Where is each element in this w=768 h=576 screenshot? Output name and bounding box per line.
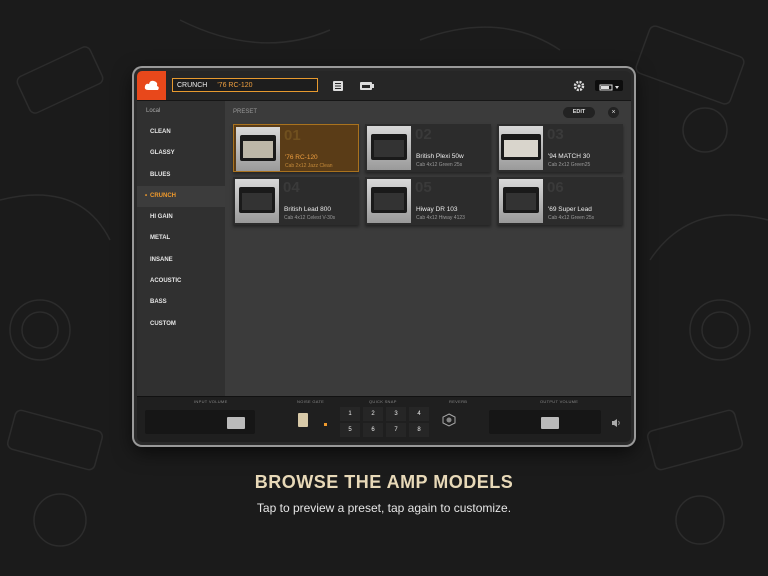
top-bar: CRUNCH '76 RC-120 [137, 71, 631, 101]
bottom-controls: INPUT VOLUME NOISE GATE QUICK SNAP 1 2 3… [137, 396, 631, 442]
amp-thumbnail [499, 179, 543, 223]
input-volume-handle[interactable] [227, 417, 245, 429]
preset-cab: Cab 4x12 Green 25s [548, 215, 595, 221]
preset-number: 06 [547, 179, 564, 196]
preset-cab: Cab 2x12 Jazz Clean [285, 163, 333, 169]
sidebar-header: Local [146, 108, 161, 114]
snap-key-6[interactable]: 6 [363, 423, 383, 437]
sidebar-item-blues[interactable]: BLUES [137, 165, 225, 186]
preset-card[interactable]: 04 British Lead 800 Cab 4x12 Celest V-30… [233, 177, 359, 225]
snap-key-4[interactable]: 4 [409, 407, 429, 421]
preset-name: '69 Super Lead [548, 206, 592, 213]
snap-key-3[interactable]: 3 [386, 407, 406, 421]
sidebar-item-bass[interactable]: BASS [137, 292, 225, 313]
caption-title: BROWSE THE AMP MODELS [254, 472, 514, 492]
battery-icon[interactable] [595, 80, 623, 91]
amp-thumbnail [235, 179, 279, 223]
noise-gate-led [324, 423, 327, 426]
preset-cab: Cab 2x12 Green25 [548, 162, 591, 168]
list-icon[interactable] [332, 79, 344, 91]
preset-name: British Plexi 50w [416, 153, 464, 160]
sidebar-item-crunch[interactable]: CRUNCH [137, 185, 225, 208]
category-sidebar: Local CLEAN GLASSY BLUES CRUNCH HI GAIN … [137, 101, 225, 397]
snap-key-7[interactable]: 7 [386, 423, 406, 437]
snap-key-2[interactable]: 2 [363, 407, 383, 421]
close-button[interactable]: × [608, 107, 619, 118]
tablet-frame: CRUNCH '76 RC-120 Local CLEAN GLASSY BLUE… [134, 68, 634, 445]
preset-name-field[interactable]: CRUNCH '76 RC-120 [172, 78, 318, 92]
preset-cab: Cab 4x12 Celest V-30s [284, 215, 336, 221]
preset-cab: Cab 4x12 Green 25s [416, 162, 463, 168]
preset-number: 01 [284, 127, 301, 144]
input-volume-slider[interactable] [145, 410, 255, 434]
preset-card[interactable]: 05 Hiway DR 103 Cab 4x12 Hiway 4123 [365, 177, 491, 225]
preset-name: '76 RC-120 [285, 154, 318, 161]
preset-card[interactable]: 01 '76 RC-120 Cab 2x12 Jazz Clean [233, 124, 359, 172]
preset-number: 04 [283, 179, 300, 196]
sidebar-item-insane[interactable]: INSANE [137, 250, 225, 271]
amp-thumbnail [367, 179, 411, 223]
preset-cab: Cab 4x12 Hiway 4123 [416, 215, 465, 221]
preset-number: 05 [415, 179, 432, 196]
snap-key-8[interactable]: 8 [409, 423, 429, 437]
sidebar-item-glassy[interactable]: GLASSY [137, 143, 225, 164]
reverb-label: REVERB [449, 399, 468, 404]
bank-label: CRUNCH [177, 82, 208, 89]
preset-card[interactable]: 02 British Plexi 50w Cab 4x12 Green 25s [365, 124, 491, 172]
preset-card[interactable]: 03 '94 MATCH 30 Cab 2x12 Green25 [497, 124, 623, 172]
sidebar-item-hi-gain[interactable]: HI GAIN [137, 207, 225, 228]
amp-rack-icon[interactable] [359, 79, 375, 91]
amp-thumbnail [499, 126, 543, 170]
sidebar-item-metal[interactable]: METAL [137, 228, 225, 249]
reverb-icon[interactable] [442, 413, 456, 427]
cloud-icon[interactable] [137, 71, 166, 100]
preset-number: 03 [547, 126, 564, 143]
speaker-icon[interactable] [611, 415, 621, 427]
current-preset-name: '76 RC-120 [217, 82, 253, 89]
sidebar-item-custom[interactable]: CUSTOM [137, 314, 225, 335]
app-screen: CRUNCH '76 RC-120 Local CLEAN GLASSY BLUE… [137, 71, 631, 442]
preset-name: British Lead 800 [284, 206, 331, 213]
edit-button[interactable]: EDIT [563, 107, 595, 118]
caption-subtitle: Tap to preview a preset, tap again to cu… [256, 501, 512, 515]
gear-icon[interactable] [573, 79, 585, 92]
sidebar-item-clean[interactable]: CLEAN [137, 122, 225, 143]
preset-name: '94 MATCH 30 [548, 153, 590, 160]
section-title: PRESET [233, 109, 258, 115]
amp-thumbnail [367, 126, 411, 170]
preset-browser: PRESET EDIT × 01 '76 RC-120 Cab 2x12 Jaz… [225, 101, 631, 397]
sidebar-item-acoustic[interactable]: ACOUSTIC [137, 271, 225, 292]
output-volume-handle[interactable] [541, 417, 559, 429]
preset-card[interactable]: 06 '69 Super Lead Cab 4x12 Green 25s [497, 177, 623, 225]
output-volume-label: OUTPUT VOLUME [540, 399, 579, 404]
preset-number: 02 [415, 126, 432, 143]
snap-key-5[interactable]: 5 [340, 423, 360, 437]
noise-gate-label: NOISE GATE [297, 399, 325, 404]
snap-key-1[interactable]: 1 [340, 407, 360, 421]
noise-gate-pedal-icon[interactable] [298, 413, 308, 427]
preset-name: Hiway DR 103 [416, 206, 458, 213]
quick-snap-label: QUICK SNAP [369, 399, 397, 404]
output-volume-slider[interactable] [489, 410, 601, 434]
input-volume-label: INPUT VOLUME [194, 399, 228, 404]
amp-thumbnail [236, 127, 280, 171]
